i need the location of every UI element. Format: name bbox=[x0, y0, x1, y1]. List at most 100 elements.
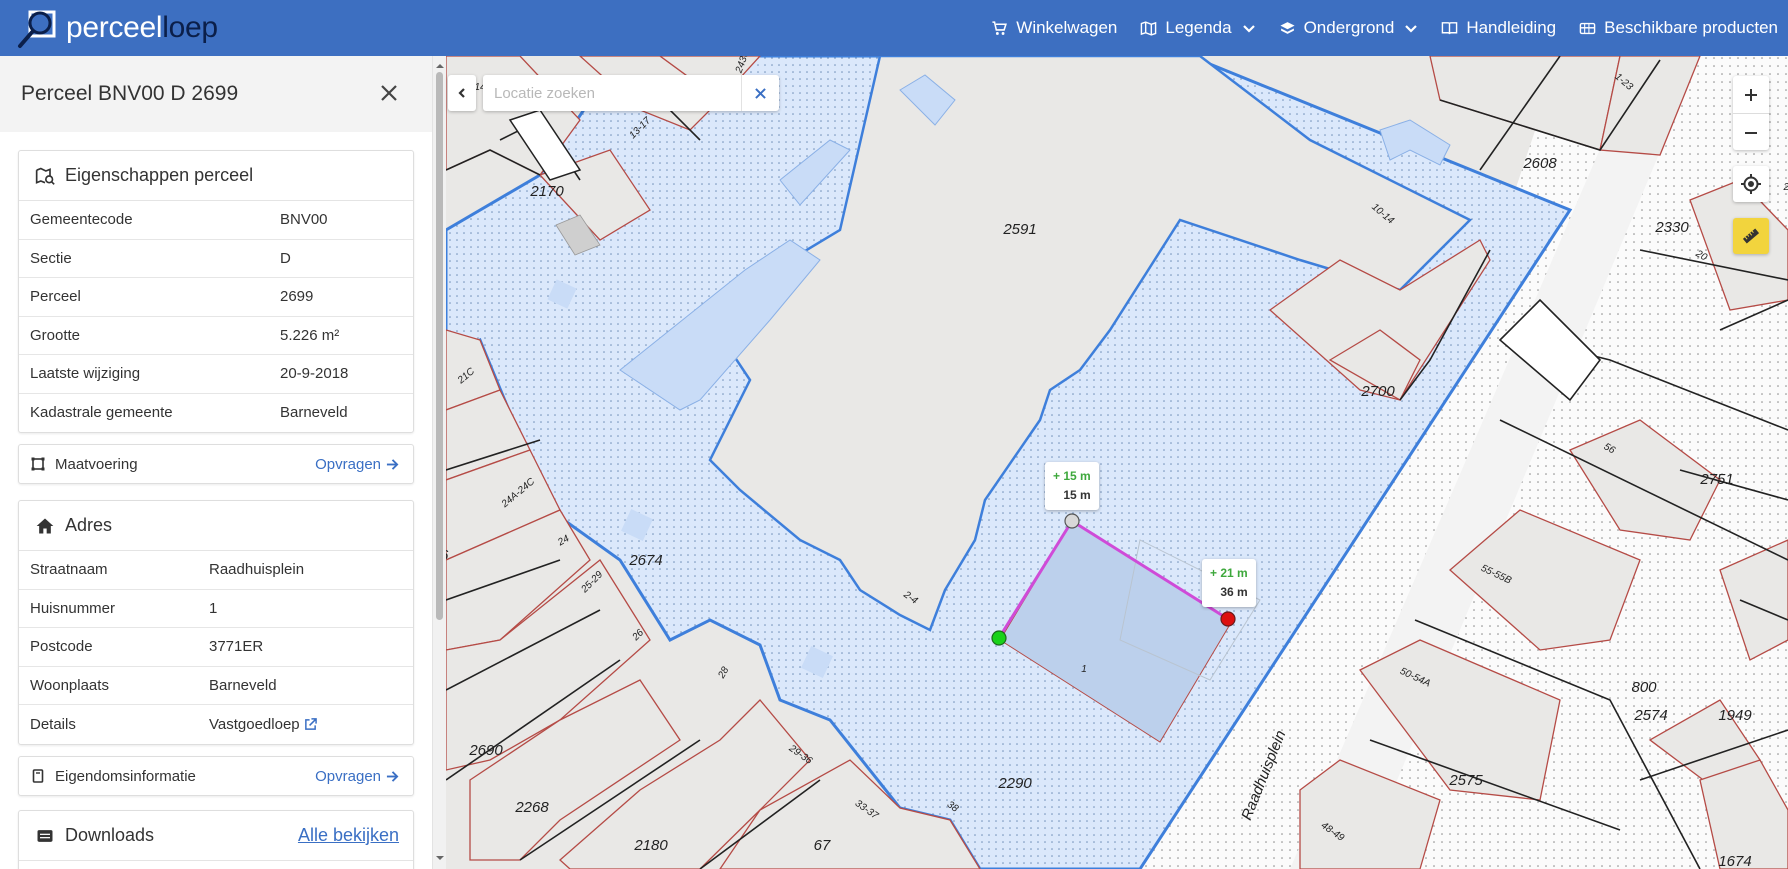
property-key: Grootte bbox=[30, 326, 81, 344]
map-icon bbox=[1141, 20, 1157, 36]
home-icon bbox=[36, 518, 54, 533]
scroll-thumb[interactable] bbox=[436, 72, 443, 620]
side-panel: Perceel BNV00 D 2699 Eigenschappen perce… bbox=[0, 56, 446, 869]
dimensions-row: Maatvoering Opvragen bbox=[19, 445, 413, 483]
address-row: Details Vastgoedloep bbox=[19, 705, 413, 744]
address-row: Postcode 3771ER bbox=[19, 628, 413, 667]
address-heading: Adres bbox=[19, 501, 413, 551]
house-number-label: 28 bbox=[716, 665, 732, 681]
logo[interactable]: perceelloep bbox=[16, 0, 218, 56]
nav-products[interactable]: Beschikbare producten bbox=[1579, 18, 1778, 38]
property-value-link[interactable]: D bbox=[280, 250, 291, 267]
property-key: Perceel bbox=[30, 288, 81, 306]
downloads-heading: Downloads Alle bekijken bbox=[19, 811, 413, 861]
address-key: Postcode bbox=[30, 638, 93, 656]
measure-end-point[interactable] bbox=[1220, 611, 1236, 627]
document-icon bbox=[32, 769, 44, 783]
locate-button[interactable] bbox=[1733, 166, 1769, 202]
properties-heading-text: Eigenschappen perceel bbox=[65, 165, 254, 185]
properties-heading: Eigenschappen perceel bbox=[19, 151, 413, 201]
property-row: Sectie D bbox=[19, 240, 413, 278]
parcel-number-label: 2268 bbox=[514, 799, 549, 816]
segment-delta: + 15 m bbox=[1053, 469, 1091, 483]
parcel-number-label: 2180 bbox=[633, 837, 668, 854]
property-row: Perceel 2699 bbox=[19, 278, 413, 317]
ownership-label: Eigendomsinformatie bbox=[55, 767, 196, 785]
dimensions-icon bbox=[31, 457, 45, 471]
search-input[interactable] bbox=[483, 76, 738, 110]
property-value: 2699 bbox=[280, 288, 314, 306]
dimensions-card: Maatvoering Opvragen bbox=[18, 444, 414, 484]
ownership-card: Eigendomsinformatie Opvragen bbox=[18, 756, 414, 796]
property-row: Kadastrale gemeente Barneveld bbox=[19, 394, 413, 433]
measure-tooltip-segment-2: + 21 m 36 m bbox=[1202, 559, 1256, 607]
measure-start-point[interactable] bbox=[991, 630, 1007, 646]
address-value: 1 bbox=[209, 599, 218, 617]
nav-legend-label: Legenda bbox=[1165, 18, 1232, 37]
crosshair-icon bbox=[1741, 174, 1761, 194]
vastgoedloep-link[interactable]: Vastgoedloep bbox=[209, 716, 317, 733]
arrow-right-icon bbox=[386, 770, 399, 782]
download-tray-icon bbox=[37, 829, 53, 842]
products-icon bbox=[1579, 22, 1596, 34]
zoom-out-button[interactable] bbox=[1733, 114, 1769, 151]
nav-background[interactable]: Ondergrond bbox=[1279, 18, 1419, 38]
downloads-view-all-link[interactable]: Alle bekijken bbox=[298, 825, 399, 846]
nav-manual-label: Handleiding bbox=[1466, 18, 1557, 37]
dimensions-request-link[interactable]: Opvragen bbox=[315, 456, 399, 473]
parcel-number-label: 67 bbox=[814, 837, 831, 854]
book-icon bbox=[1442, 21, 1458, 34]
address-row: Huisnummer 1 bbox=[19, 590, 413, 628]
plus-icon bbox=[1745, 88, 1757, 101]
dimensions-label: Maatvoering bbox=[55, 455, 138, 473]
external-link-icon bbox=[304, 717, 317, 730]
parcel-number-label: 2170 bbox=[529, 183, 564, 200]
parcel-number-label: 2751 bbox=[1699, 471, 1733, 488]
property-value: 5.226 m² bbox=[280, 326, 340, 344]
arrow-right-icon bbox=[386, 458, 399, 470]
zoom-in-button[interactable] bbox=[1733, 76, 1769, 113]
panel-scrollbar[interactable] bbox=[432, 56, 446, 869]
downloads-heading-text: Downloads bbox=[65, 825, 155, 845]
nav-manual[interactable]: Handleiding bbox=[1441, 18, 1556, 38]
search-clear-button[interactable] bbox=[741, 75, 779, 111]
magnifier-logo-icon bbox=[18, 10, 56, 48]
parcel-number-label: 2575 bbox=[1448, 772, 1483, 789]
chevron-left-icon bbox=[458, 88, 465, 98]
map-canvas[interactable]: 2170 2591 2608 2330 2700 2751 2674 2690 2268 2180… bbox=[446, 56, 1788, 869]
zoom-control bbox=[1733, 76, 1769, 150]
parcel-number-label: 1674 bbox=[1718, 853, 1751, 869]
parcel-number-label: 800 bbox=[1631, 679, 1657, 696]
address-value-link[interactable]: Barneveld bbox=[209, 677, 277, 694]
address-key: Straatnaam bbox=[30, 561, 108, 579]
ruler-icon bbox=[1742, 228, 1760, 244]
panel-header: Perceel BNV00 D 2699 bbox=[0, 56, 432, 132]
nav-legend[interactable]: Legenda bbox=[1140, 18, 1255, 38]
collapse-panel-button[interactable] bbox=[448, 75, 476, 111]
measure-tool-button[interactable] bbox=[1733, 218, 1769, 254]
search-bar bbox=[448, 75, 779, 111]
scroll-up-icon[interactable] bbox=[436, 62, 444, 70]
main-nav: Winkelwagen Legenda Ondergrond Handleidi… bbox=[968, 0, 1778, 56]
address-key: Details bbox=[30, 715, 76, 733]
chevron-down-icon bbox=[1242, 25, 1255, 33]
panel-body: Eigenschappen perceel Gemeentecode BNV00 … bbox=[0, 132, 432, 869]
close-panel-button[interactable] bbox=[377, 81, 401, 105]
measure-vertex[interactable] bbox=[1064, 513, 1080, 529]
address-key: Woonplaats bbox=[30, 676, 109, 694]
property-value-link[interactable]: BNV00 bbox=[280, 211, 328, 228]
search-box bbox=[483, 75, 779, 111]
house-number-label: 28 bbox=[1782, 182, 1788, 193]
property-key: Gemeentecode bbox=[30, 211, 133, 229]
parcel-number-label: 2290 bbox=[997, 775, 1032, 792]
nav-background-label: Ondergrond bbox=[1303, 18, 1395, 37]
close-icon bbox=[381, 85, 397, 101]
minus-icon bbox=[1745, 131, 1757, 134]
nav-cart[interactable]: Winkelwagen bbox=[991, 18, 1117, 38]
panel-title: Perceel BNV00 D 2699 bbox=[21, 82, 239, 105]
ownership-request-link[interactable]: Opvragen bbox=[315, 768, 399, 785]
parcel-number-label: 2330 bbox=[1654, 219, 1689, 236]
scroll-down-icon[interactable] bbox=[436, 854, 444, 862]
address-row: Straatnaam Raadhuisplein bbox=[19, 551, 413, 590]
ownership-row: Eigendomsinformatie Opvragen bbox=[19, 757, 413, 795]
